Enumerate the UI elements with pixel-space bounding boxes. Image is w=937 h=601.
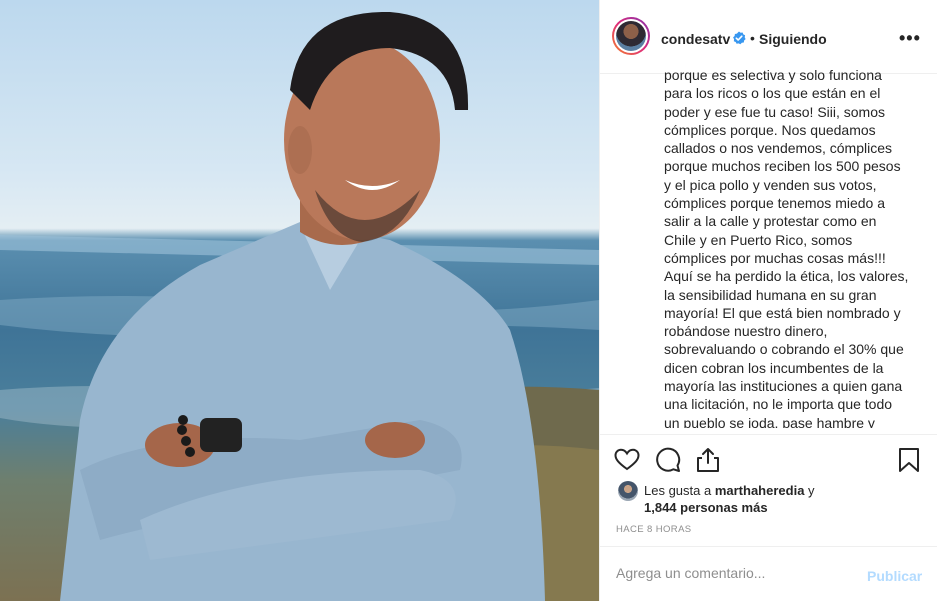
caption-line: callados o nos vendemos, cómplices — [664, 140, 893, 157]
caption-line: la sensibilidad humana en su gran — [664, 286, 877, 303]
likes-text: Les gusta a marthaheredia y — [644, 482, 815, 500]
more-options-icon[interactable]: ••• — [899, 28, 921, 49]
verified-badge-icon — [733, 31, 746, 45]
caption-line: y el pica pollo y venden sus votos, — [664, 176, 877, 193]
liker-username-link[interactable]: marthaheredia — [715, 483, 805, 498]
bookmark-icon[interactable] — [896, 447, 922, 473]
comment-form: Publicar — [600, 546, 937, 601]
caption-line: poder y ese fue tu caso! Siii, somos — [664, 103, 885, 120]
caption-line: mayoría las instituciones a quien gana — [664, 378, 903, 395]
caption-line: salir a la calle y protestar como en — [664, 213, 877, 230]
heart-icon[interactable] — [614, 447, 640, 473]
publish-button[interactable]: Publicar — [867, 568, 922, 584]
post-header: condesatv • Siguiendo ••• — [600, 0, 937, 74]
post-caption: porque es selectiva y solo funciona para… — [664, 66, 922, 428]
comment-input[interactable] — [616, 565, 846, 581]
caption-line: cómplices porque. Nos quedamos — [664, 121, 876, 138]
post-actions-bar — [600, 434, 937, 485]
separator-dot: • — [750, 30, 755, 46]
caption-line: un pueblo se joda, pase hambre y — [664, 414, 875, 428]
share-icon[interactable] — [695, 447, 721, 473]
caption-line: porque es selectiva y solo funciona — [664, 67, 882, 83]
post-side-panel: condesatv • Siguiendo ••• porque es sele… — [599, 0, 937, 601]
username-link[interactable]: condesatv — [661, 31, 730, 47]
avatar-image — [616, 21, 646, 51]
caption-line: Chile y en Puerto Rico, somos — [664, 231, 853, 248]
caption-line: para los ricos o los que están en el — [664, 85, 881, 102]
following-button[interactable]: Siguiendo — [759, 31, 827, 47]
comment-icon[interactable] — [655, 447, 681, 473]
profile-avatar[interactable] — [612, 17, 650, 55]
caption-line: mayoría! El que está bien nombrado y — [664, 304, 901, 321]
caption-line: porque muchos reciben los 500 pesos — [664, 158, 901, 175]
caption-line: robándose nuestro dinero, — [664, 323, 828, 340]
post-timestamp[interactable]: HACE 8 HORAS — [616, 524, 692, 535]
likes-suffix: y — [804, 483, 815, 498]
avatar-ring — [614, 19, 648, 53]
caption-line: Aquí se ha perdido la ética, los valores… — [664, 268, 909, 285]
post-photo[interactable] — [0, 0, 599, 601]
caption-line: dicen cobran los incumbentes de la — [664, 359, 884, 376]
liker-avatar[interactable] — [618, 481, 638, 501]
caption-line: una licitación, no le importa que todo — [664, 396, 893, 413]
likes-prefix: Les gusta a — [644, 483, 715, 498]
caption-line: cómplices por muchas cosas más!!! — [664, 249, 886, 266]
caption-line: cómplices porque tenemos miedo a — [664, 195, 886, 212]
likes-count-link[interactable]: 1,844 personas más — [644, 500, 768, 515]
post-photo-illustration — [0, 11, 599, 601]
caption-line: sobrevaluando o cobrando el 30% que — [664, 341, 904, 358]
